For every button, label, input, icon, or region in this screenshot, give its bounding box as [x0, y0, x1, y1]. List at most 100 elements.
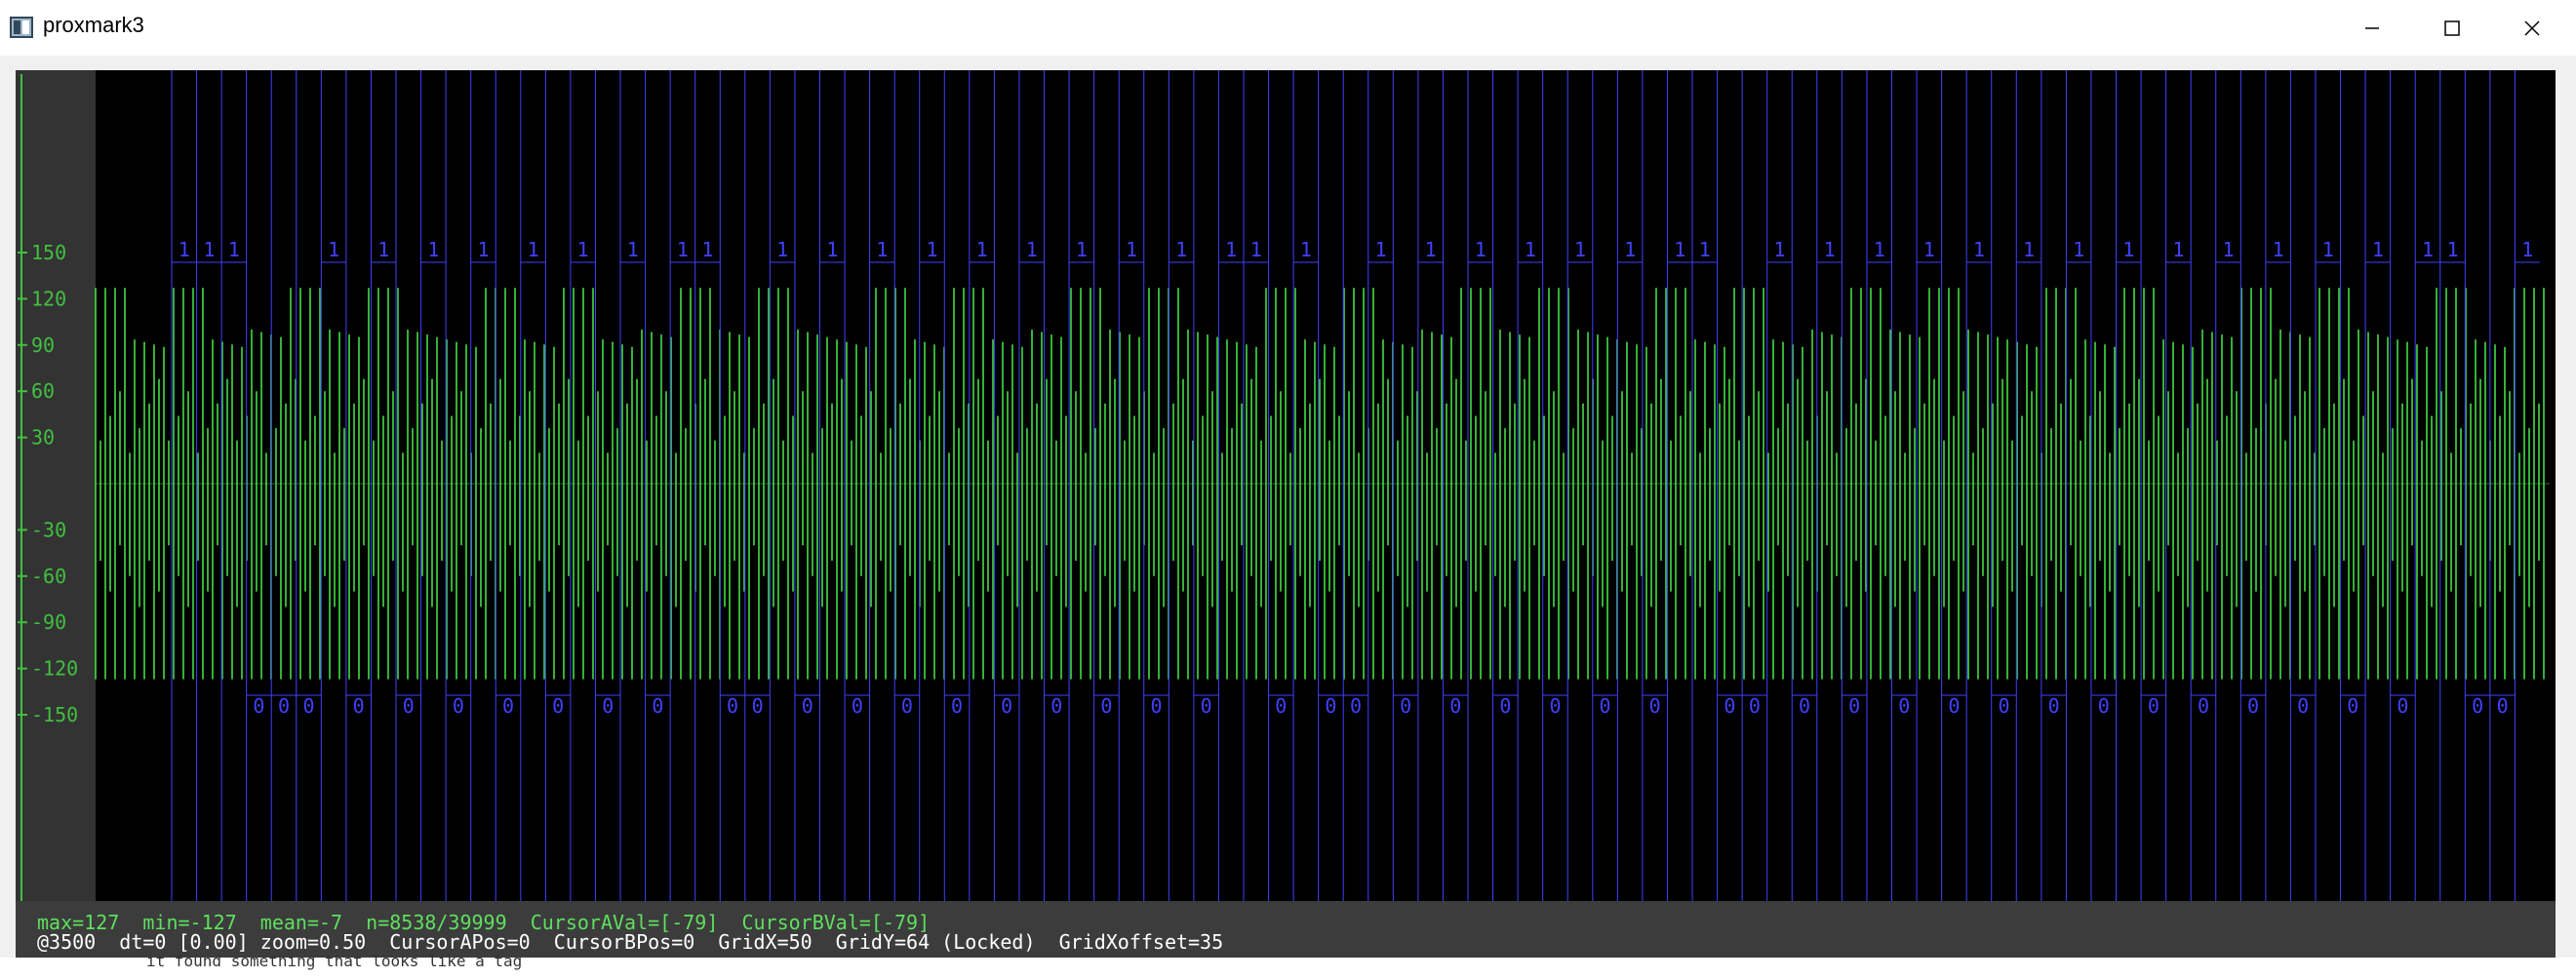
app-icon: [10, 17, 33, 38]
demod-bit-label: 0: [1350, 694, 1362, 718]
demod-bit-label: 0: [278, 694, 290, 718]
demod-bit-label: 1: [2422, 238, 2434, 261]
demod-bit-label: 1: [1026, 238, 1038, 261]
y-tick-label: 60: [31, 379, 55, 403]
demod-bit-label: 0: [2497, 694, 2509, 718]
demod-bit-label: 1: [701, 238, 713, 261]
plot-window[interactable]: 150 120 90 60 30 -30 -60 -90 -120 -150 1 1 1 0 0 0 1 0 1 0 1…: [16, 70, 2556, 958]
demod-bit-label: 1: [826, 238, 838, 261]
demod-bit-label: 0: [303, 694, 315, 718]
demod-bit-label: 1: [1225, 238, 1237, 261]
demod-bit-label: 0: [2347, 694, 2358, 718]
demod-bit-label: 1: [2122, 238, 2134, 261]
demod-bit-label: 1: [577, 238, 589, 261]
demod-bit-label: 0: [502, 694, 514, 718]
demod-bit-label: 0: [1151, 694, 1163, 718]
demod-bit-label: 1: [1126, 238, 1137, 261]
demod-bit-label: 0: [602, 694, 614, 718]
demod-bit-label: 1: [976, 238, 988, 261]
demod-bit-label: 1: [1475, 238, 1486, 261]
demod-bit-label: 0: [2472, 694, 2483, 718]
demod-bit-label: 0: [652, 694, 663, 718]
demod-bit-label: 1: [2073, 238, 2084, 261]
demod-bit-label: 0: [2247, 694, 2259, 718]
demod-bit-label: 1: [2023, 238, 2035, 261]
y-tick-label: -150: [31, 703, 78, 726]
demod-bit-label: 0: [1400, 694, 1411, 718]
minimize-button[interactable]: [2333, 0, 2411, 56]
maximize-button[interactable]: [2413, 0, 2491, 56]
demod-bit-label: 1: [1874, 238, 1885, 261]
demod-bit-label: 1: [2172, 238, 2184, 261]
demod-bit-label: 0: [1848, 694, 1860, 718]
demod-bit-label: 0: [353, 694, 365, 718]
demod-bit-label: 0: [1600, 694, 1611, 718]
demod-bit-label: 1: [1076, 238, 1088, 261]
demod-bit-label: 1: [2447, 238, 2459, 261]
demod-bit-label: 1: [1624, 238, 1636, 261]
demod-bit-label: 0: [1749, 694, 1761, 718]
demod-bit-label: 1: [1425, 238, 1437, 261]
demod-bit-label: 0: [1050, 694, 1062, 718]
demod-bit-label: 0: [951, 694, 963, 718]
demod-bit-label: 1: [178, 238, 190, 261]
demod-bit-label: 1: [2322, 238, 2334, 261]
y-tick-label: 30: [31, 426, 55, 450]
demod-bit-label: 0: [2048, 694, 2060, 718]
demod-bit-label: 1: [1923, 238, 1935, 261]
demod-bit-label: 0: [1449, 694, 1461, 718]
demod-bit-label: 0: [1998, 694, 2009, 718]
demod-bit-label: 1: [776, 238, 788, 261]
title-bar[interactable]: proxmark3: [0, 0, 2576, 56]
demod-bit-label: 1: [203, 238, 215, 261]
demod-bit-label: 1: [1973, 238, 1985, 261]
minimize-icon: [2365, 26, 2379, 29]
y-tick-label: -60: [31, 565, 66, 588]
demod-bit-label: 0: [1898, 694, 1910, 718]
demod-bit-label: 1: [228, 238, 240, 261]
demod-bit-label: 1: [2372, 238, 2384, 261]
demod-bit-label: 0: [1100, 694, 1112, 718]
demod-bit-label: 0: [552, 694, 564, 718]
demod-bit-label: 1: [528, 238, 539, 261]
y-tick-label: 150: [31, 241, 66, 264]
demod-bit-label: 1: [1175, 238, 1187, 261]
demod-bit-label: 0: [752, 694, 764, 718]
demod-bit-label: 1: [1699, 238, 1711, 261]
close-button[interactable]: [2493, 0, 2571, 56]
demod-bit-label: 0: [453, 694, 464, 718]
demod-bit-label: 1: [1300, 238, 1312, 261]
demod-bit-label: 0: [901, 694, 913, 718]
demod-bit-label: 0: [1499, 694, 1511, 718]
signal-plot[interactable]: 150120906030-30-60-90-120-1501 1 10 0 010101…: [16, 70, 2556, 901]
y-tick-label: -90: [31, 610, 66, 634]
demod-bit-label: 0: [1649, 694, 1661, 718]
demod-bit-label: 1: [2273, 238, 2284, 261]
demod-bit-label: 1: [677, 238, 689, 261]
demod-bit-label: 1: [876, 238, 888, 261]
demod-bit-label: 0: [1948, 694, 1960, 718]
demod-bit-label: 1: [427, 238, 439, 261]
demod-bit-label: 1: [627, 238, 639, 261]
demod-bit-label: 0: [2098, 694, 2110, 718]
demod-bit-label: 0: [1275, 694, 1287, 718]
demod-bit-label: 1: [1824, 238, 1836, 261]
demod-bit-label: 1: [477, 238, 489, 261]
demod-bit-label: 0: [2198, 694, 2209, 718]
status-cursor-info: @3500 dt=0 [0.00] zoom=0.50 CursorAPos=0…: [37, 930, 1224, 954]
demod-bit-label: 0: [1325, 694, 1336, 718]
demod-bit-label: 0: [1001, 694, 1012, 718]
maximize-icon: [2444, 20, 2460, 36]
window-title: proxmark3: [43, 13, 144, 37]
demod-bit-label: 0: [802, 694, 813, 718]
demod-bit-label: 0: [852, 694, 863, 718]
demod-bit-label: 0: [1201, 694, 1212, 718]
y-tick-label: 120: [31, 287, 66, 310]
demod-bit-label: 0: [2148, 694, 2160, 718]
demod-bit-label: 1: [926, 238, 937, 261]
demod-bit-label: 0: [2297, 694, 2309, 718]
demod-bit-label: 1: [1674, 238, 1685, 261]
demod-bit-label: 0: [253, 694, 264, 718]
axis-gutter: [16, 70, 96, 901]
demod-bit-label: 1: [1525, 238, 1536, 261]
